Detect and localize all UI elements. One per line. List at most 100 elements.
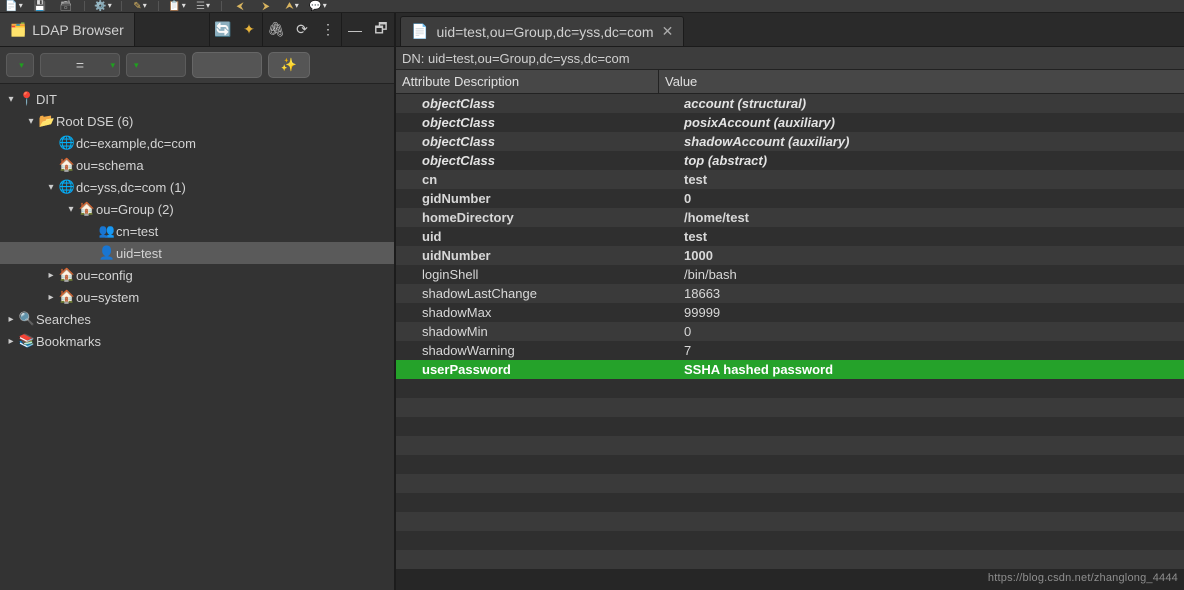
attribute-row[interactable]: homeDirectory/home/test — [396, 208, 1184, 227]
attribute-row[interactable]: loginShell/bin/bash — [396, 265, 1184, 284]
column-header-description[interactable]: Attribute Description — [396, 70, 659, 93]
tree-node[interactable]: ▾📂Root DSE (6) — [0, 110, 394, 132]
attribute-value: account (structural) — [678, 96, 1184, 111]
attribute-row[interactable]: uidtest — [396, 227, 1184, 246]
attribute-value: 99999 — [678, 305, 1184, 320]
run-search-button[interactable] — [192, 52, 262, 78]
tree-node[interactable]: ▸🏠ou=system — [0, 286, 394, 308]
toolbar-back-icon[interactable]: ⮜ — [230, 0, 250, 12]
attribute-key: shadowWarning — [396, 343, 678, 358]
tree-node-label: ou=Group (2) — [96, 202, 174, 217]
attribute-row[interactable]: userPasswordSSHA hashed password — [396, 360, 1184, 379]
attribute-row[interactable]: shadowWarning7 — [396, 341, 1184, 360]
equals-label: = — [76, 57, 84, 73]
toolbar-saveall-icon[interactable]: 🗃 — [56, 0, 76, 12]
attribute-key: objectClass — [396, 96, 678, 111]
attribute-value: test — [678, 229, 1184, 244]
refresh-icon: 🔄 — [214, 21, 231, 38]
expand-open-icon[interactable]: ▾ — [24, 116, 38, 127]
tree-node[interactable]: ▾🌐dc=yss,dc=com (1) — [0, 176, 394, 198]
tree-node-icon: 📂 — [38, 113, 56, 129]
toolbar-up-icon[interactable]: ⮝ — [282, 0, 302, 12]
search-scope-combo[interactable]: ▾ — [6, 53, 34, 77]
expand-open-icon[interactable]: ▾ — [4, 94, 18, 105]
attribute-row[interactable]: objectClassshadowAccount (auxiliary) — [396, 132, 1184, 151]
tree-node[interactable]: ▾🏠ou=Group (2) — [0, 198, 394, 220]
attribute-table: Attribute Description Value objectClassa… — [396, 70, 1184, 590]
attribute-key: uid — [396, 229, 678, 244]
tree-node-icon: 🏠 — [58, 267, 76, 283]
filter-operator-combo[interactable]: = ▾ — [40, 53, 120, 77]
tree-node[interactable]: 👤uid=test — [0, 242, 394, 264]
expand-open-icon[interactable]: ▾ — [44, 182, 58, 193]
ldap-tree[interactable]: ▾📍DIT▾📂Root DSE (6)🌐dc=example,dc=com🏠ou… — [0, 84, 394, 590]
close-tab-button[interactable]: ✕ — [662, 23, 674, 40]
refresh-tree-button[interactable]: 🔄 — [210, 13, 236, 46]
tree-node[interactable]: 👥cn=test — [0, 220, 394, 242]
toolbar-gear-icon[interactable]: ⚙️ — [93, 0, 113, 12]
toolbar-forward-icon[interactable]: ⮞ — [256, 0, 276, 12]
attribute-row[interactable]: objectClassaccount (structural) — [396, 94, 1184, 113]
expand-closed-icon[interactable]: ▸ — [44, 292, 58, 303]
tree-node-label: DIT — [36, 92, 57, 107]
toolbar-pencil-icon[interactable]: ✎ — [130, 0, 150, 12]
attribute-row[interactable]: shadowLastChange18663 — [396, 284, 1184, 303]
view-menu-button[interactable]: ⋮ — [315, 13, 341, 46]
tree-node[interactable]: ▸📚Bookmarks — [0, 330, 394, 352]
column-header-value[interactable]: Value — [659, 70, 1184, 93]
toolbar-chat-icon[interactable]: 💬 — [308, 0, 328, 12]
expand-open-icon[interactable]: ▾ — [64, 204, 78, 215]
attribute-row[interactable]: objectClasstop (abstract) — [396, 151, 1184, 170]
tree-node[interactable]: ▸🏠ou=config — [0, 264, 394, 286]
tree-node-icon: 🏠 — [78, 201, 96, 217]
toolbar-page-icon[interactable]: 📄 — [4, 0, 24, 12]
attribute-row[interactable]: uidNumber1000 — [396, 246, 1184, 265]
filter-value-combo[interactable]: ▾ — [126, 53, 186, 77]
attribute-table-header[interactable]: Attribute Description Value — [396, 70, 1184, 94]
attribute-key: cn — [396, 172, 678, 187]
toolbar-form-icon[interactable]: 📋 — [167, 0, 187, 12]
toolbar-save-icon[interactable]: 💾 — [30, 0, 50, 12]
ldap-browser-tab-label: LDAP Browser — [32, 22, 124, 38]
tree-node-icon: 🔍 — [18, 311, 36, 327]
filter-wizard-button[interactable]: ✨ — [268, 52, 310, 78]
toolbar-align-icon[interactable]: ☰ — [193, 0, 213, 12]
link-editor-button[interactable]: 🖇 — [263, 13, 289, 46]
attribute-row[interactable]: shadowMax99999 — [396, 303, 1184, 322]
attribute-value: 7 — [678, 343, 1184, 358]
wand-icon: ✨ — [281, 57, 297, 73]
expand-closed-icon[interactable]: ▸ — [4, 336, 18, 347]
tree-node[interactable]: ▸🔍Searches — [0, 308, 394, 330]
main-toolbar: 📄 💾 🗃 ⚙️ ✎ 📋 ☰ ⮜ ⮞ ⮝ 💬 — [0, 0, 1184, 13]
attribute-value: 0 — [678, 191, 1184, 206]
attribute-key: shadowMax — [396, 305, 678, 320]
maximize-icon: 🗗 — [374, 18, 387, 42]
left-tabbar: 🗂️ LDAP Browser 🔄 ✦ 🖇 ⟳ ⋮ — 🗗 — [0, 13, 394, 47]
tree-node[interactable]: 🌐dc=example,dc=com — [0, 132, 394, 154]
link-icon: 🖇 — [267, 21, 285, 38]
entry-editor-tab[interactable]: 📄 uid=test,ou=Group,dc=yss,dc=com ✕ — [400, 16, 684, 46]
attribute-row[interactable]: cntest — [396, 170, 1184, 189]
maximize-pane-button[interactable]: 🗗 — [368, 13, 394, 46]
attribute-row[interactable]: gidNumber0 — [396, 189, 1184, 208]
tree-node-label: ou=system — [76, 290, 139, 305]
attribute-table-body[interactable]: objectClassaccount (structural)objectCla… — [396, 94, 1184, 590]
attribute-row[interactable]: objectClassposixAccount (auxiliary) — [396, 113, 1184, 132]
expand-closed-icon[interactable]: ▸ — [4, 314, 18, 325]
tree-node-icon: 📚 — [18, 333, 36, 349]
toolbar-separator — [221, 1, 222, 11]
cycle-button[interactable]: ⟳ — [289, 13, 315, 46]
attribute-key: shadowLastChange — [396, 286, 678, 301]
attribute-value: 18663 — [678, 286, 1184, 301]
sync-tree-button[interactable]: ✦ — [236, 13, 262, 46]
ldap-browser-tab[interactable]: 🗂️ LDAP Browser — [0, 13, 135, 46]
tree-node[interactable]: 🏠ou=schema — [0, 154, 394, 176]
minimize-pane-button[interactable]: — — [342, 13, 368, 46]
tree-node[interactable]: ▾📍DIT — [0, 88, 394, 110]
tree-node-label: Root DSE (6) — [56, 114, 133, 129]
expand-closed-icon[interactable]: ▸ — [44, 270, 58, 281]
tree-node-icon: 🏠 — [58, 289, 76, 305]
ldap-browser-pane: 🗂️ LDAP Browser 🔄 ✦ 🖇 ⟳ ⋮ — 🗗 ▾ = ▾ — [0, 13, 396, 590]
attribute-row[interactable]: shadowMin0 — [396, 322, 1184, 341]
tree-node-icon: 🌐 — [58, 135, 76, 151]
